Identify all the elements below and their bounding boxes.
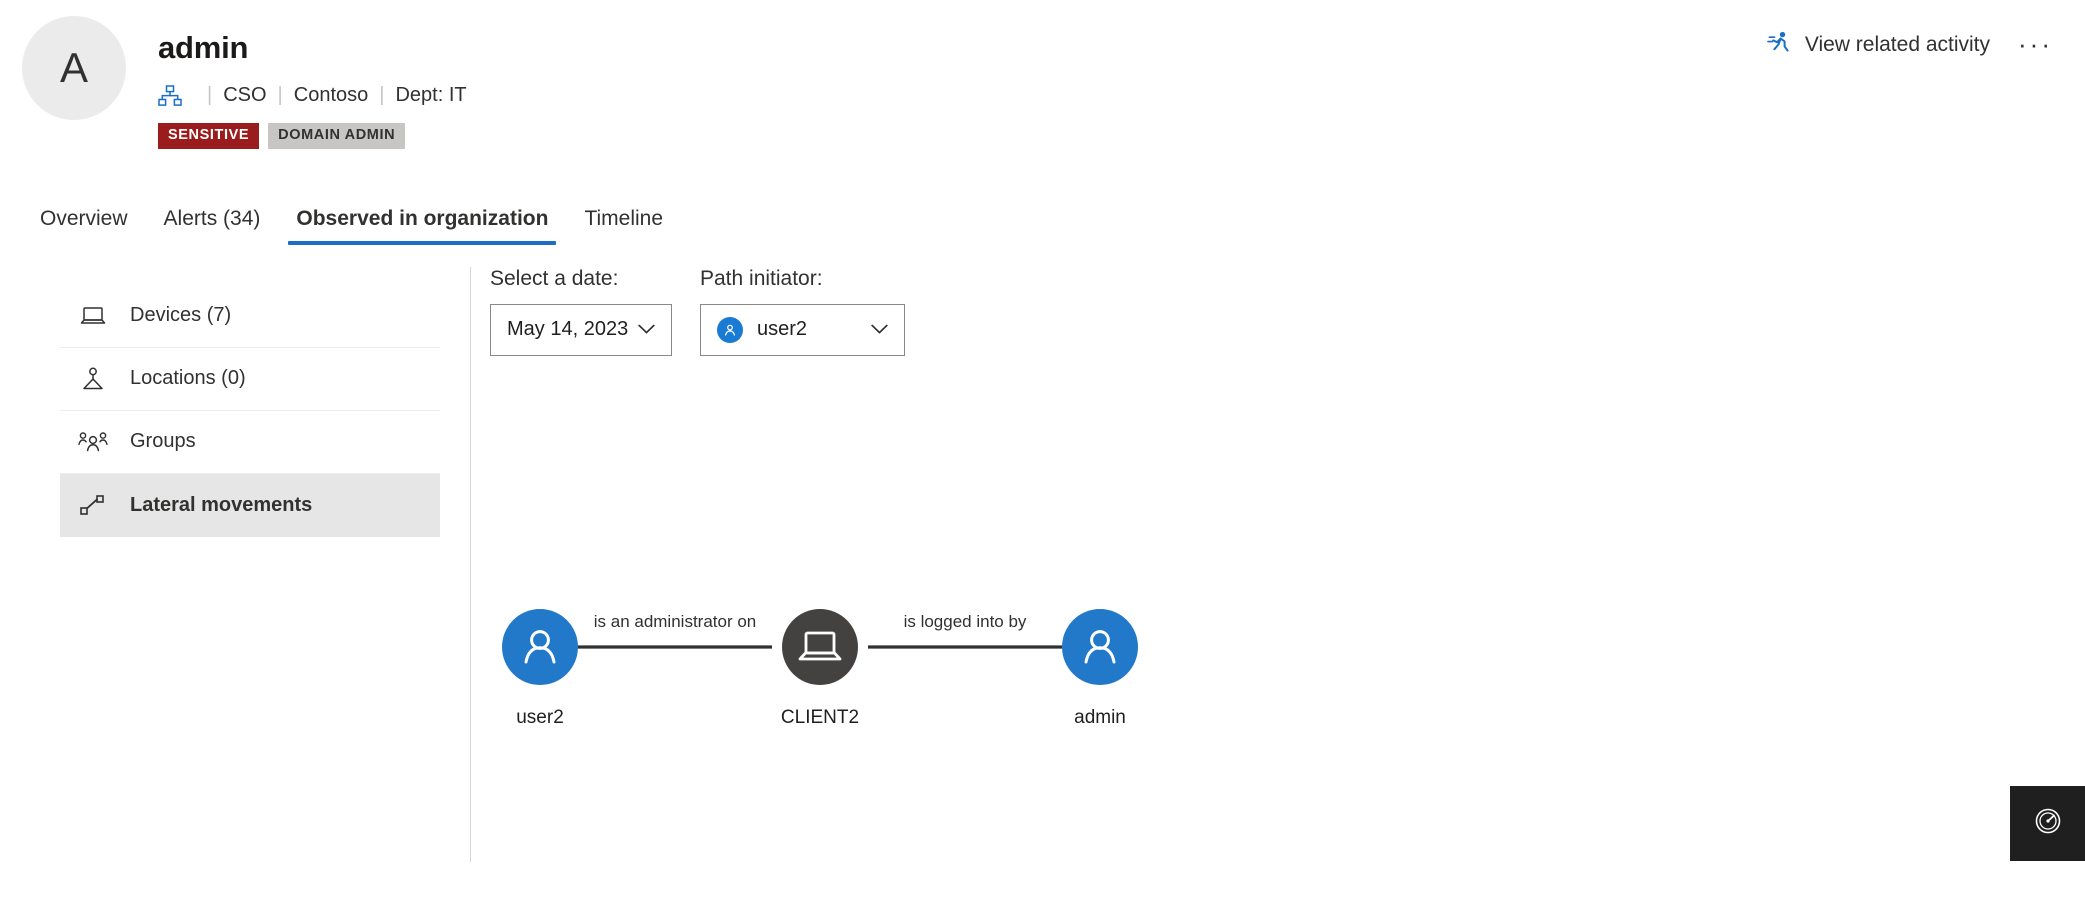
tab-alerts-label: Alerts (34) [163, 206, 261, 230]
lateral-movement-icon [78, 494, 108, 516]
tab-overview[interactable]: Overview [34, 207, 146, 245]
graph-node-label-client2: CLIENT2 [781, 707, 859, 728]
meta-item-department: Dept: IT [395, 84, 467, 106]
identity-details-page: A admin | CSO | Contoso | Dept: IT SENSI… [0, 0, 2085, 913]
location-person-icon [78, 367, 108, 391]
path-initiator-filter-label: Path initiator: [700, 266, 823, 290]
filter-bar: Select a date: May 14, 2023 Path initiat… [490, 267, 2085, 356]
sidebar-item-groups-label: Groups [130, 430, 196, 452]
entity-meta: | CSO | Contoso | Dept: IT [158, 84, 2085, 107]
chevron-down-icon [871, 324, 888, 335]
meta-separator: | [277, 84, 283, 106]
path-initiator-value: user2 [757, 318, 808, 340]
tab-alerts[interactable]: Alerts (34) [146, 207, 279, 245]
tab-timeline-label: Timeline [584, 206, 664, 230]
user-avatar-icon [717, 316, 743, 343]
running-person-icon [1767, 30, 1793, 60]
content-area: Devices (7) Locations (0) Groups Lateral… [0, 245, 2085, 905]
sidebar-item-locations[interactable]: Locations (0) [60, 348, 440, 411]
graph-node-label-admin: admin [1074, 707, 1126, 728]
meta-separator: | [379, 84, 385, 106]
tab-overview-label: Overview [40, 206, 128, 230]
sidebar-item-locations-label: Locations (0) [130, 367, 246, 389]
meta-item-role: CSO [223, 84, 267, 106]
avatar-initial: A [59, 44, 88, 91]
laptop-icon [78, 306, 108, 326]
sidebar: Devices (7) Locations (0) Groups Lateral… [0, 245, 440, 905]
lateral-movement-graph: is an administrator on is logged into by… [490, 561, 2085, 751]
sidebar-item-groups[interactable]: Groups [60, 411, 440, 474]
view-related-activity-button[interactable]: View related activity [1767, 30, 1990, 60]
date-dropdown-value: May 14, 2023 [507, 318, 629, 340]
date-filter: Select a date: May 14, 2023 [490, 267, 672, 356]
sidebar-item-devices[interactable]: Devices (7) [60, 285, 440, 348]
tab-observed-in-organization-label: Observed in organization [296, 206, 549, 230]
sidebar-item-lateral-movements[interactable]: Lateral movements [60, 473, 440, 537]
entity-header: A admin | CSO | Contoso | Dept: IT SENSI… [0, 0, 2085, 149]
performance-widget-button[interactable] [2010, 786, 2085, 861]
more-options-button[interactable]: ··· [2012, 32, 2059, 57]
header-actions: View related activity ··· [1767, 30, 2059, 60]
people-group-icon [78, 431, 108, 453]
date-dropdown[interactable]: May 14, 2023 [490, 303, 672, 356]
graph-edge-label-2: is logged into by [904, 612, 1027, 631]
date-filter-label: Select a date: [490, 266, 619, 290]
graph-node-client2 [782, 608, 858, 685]
chevron-down-icon [638, 324, 655, 335]
graph-node-label-user2: user2 [516, 707, 564, 728]
tab-bar: Overview Alerts (34) Observed in organiz… [34, 193, 2085, 245]
avatar: A [22, 16, 126, 120]
view-related-activity-label: View related activity [1804, 33, 1991, 56]
path-initiator-dropdown[interactable]: user2 [700, 303, 905, 356]
status-badge-sensitive: SENSITIVE [158, 123, 260, 149]
tab-observed-in-organization[interactable]: Observed in organization [278, 207, 566, 245]
gauge-icon [2032, 805, 2064, 842]
sidebar-item-lateral-movements-label: Lateral movements [130, 493, 313, 516]
badge-list: SENSITIVE DOMAIN ADMIN [158, 123, 2085, 149]
main-panel: Select a date: May 14, 2023 Path initiat… [440, 245, 2085, 905]
status-badge-domain-admin: DOMAIN ADMIN [268, 123, 406, 149]
path-initiator-filter: Path initiator: user2 [700, 267, 905, 356]
tab-timeline[interactable]: Timeline [566, 207, 681, 245]
meta-separator: | [207, 84, 213, 106]
vertical-divider [470, 266, 471, 862]
meta-item-company: Contoso [293, 84, 369, 106]
org-chart-icon [158, 84, 182, 107]
sidebar-item-devices-label: Devices (7) [130, 304, 232, 326]
graph-edge-label-1: is an administrator on [594, 612, 757, 631]
